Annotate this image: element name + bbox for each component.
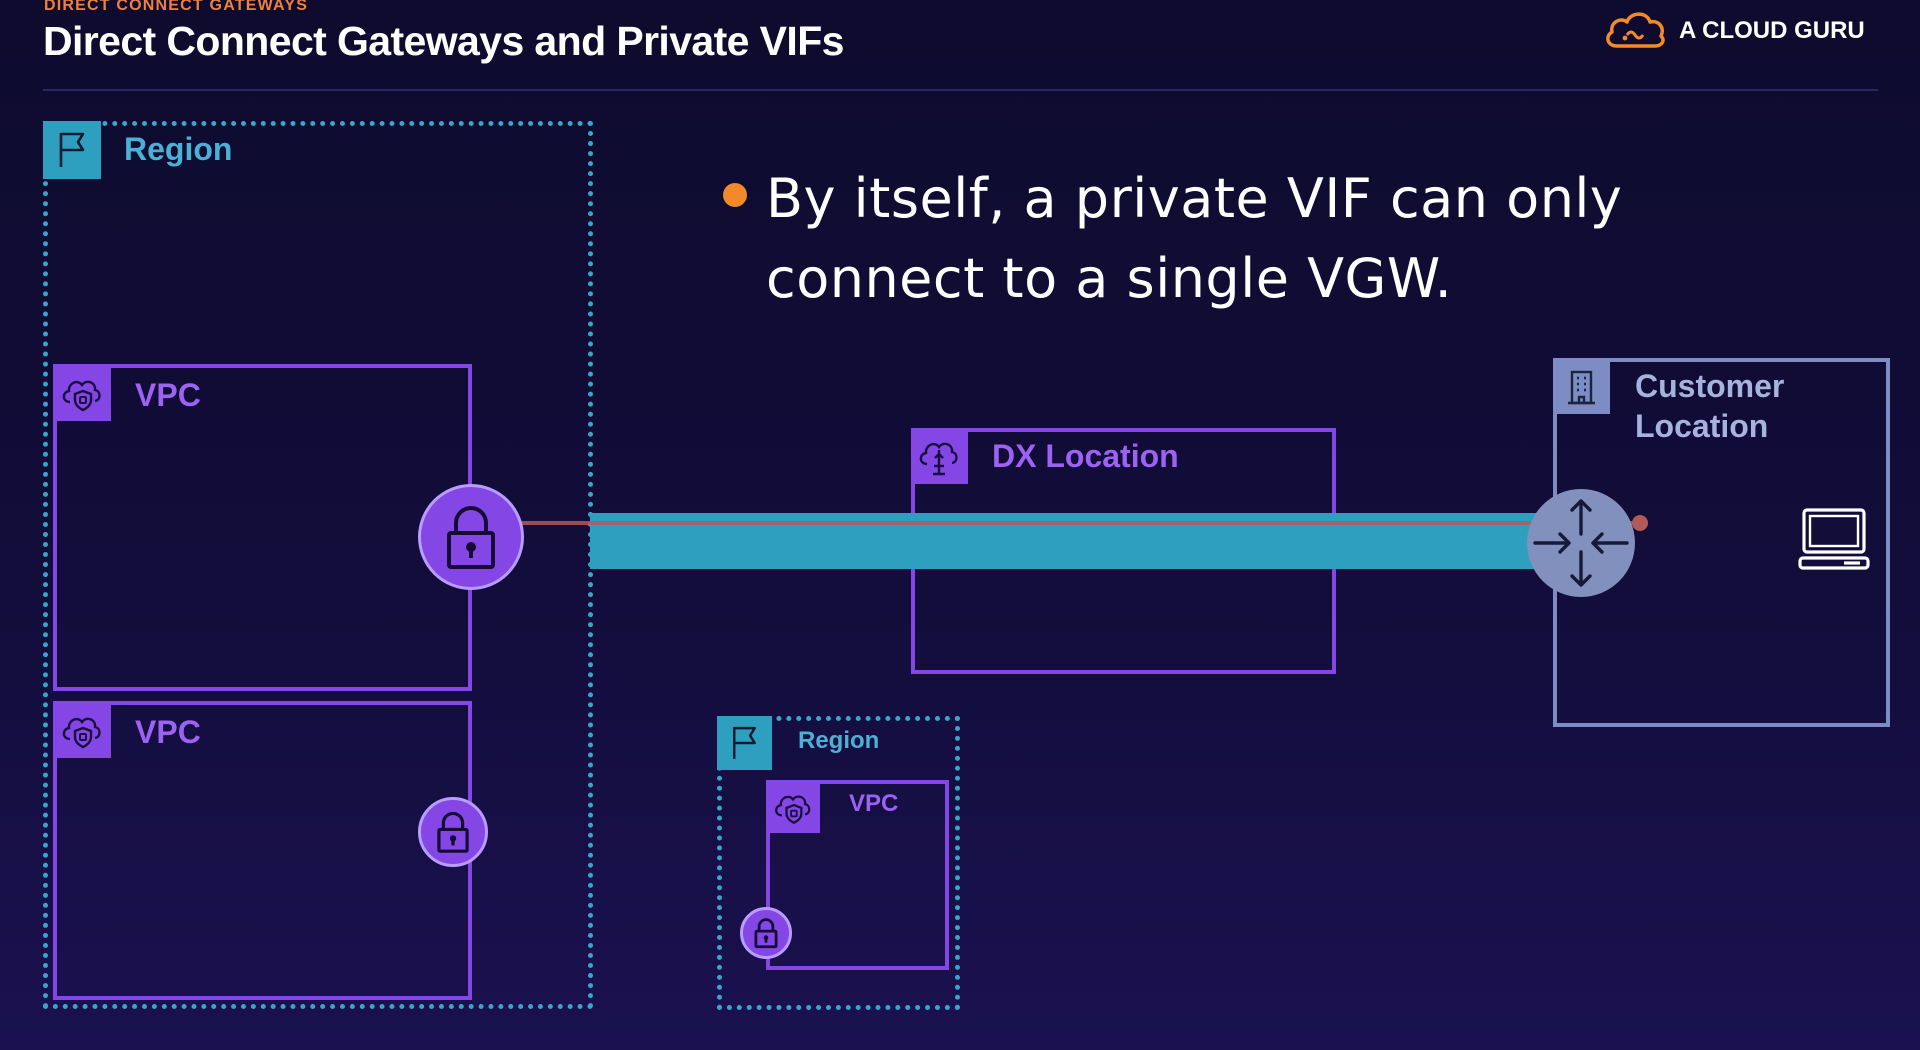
region-flag-icon [59, 132, 85, 167]
dx-location-cloud-icon [919, 442, 958, 476]
section-eyebrow: DIRECT CONNECT GATEWAYS [44, 0, 309, 14]
brand-name: A CLOUD GURU [1679, 17, 1865, 44]
vpc-2-box [53, 701, 472, 1000]
vpc-small-label: VPC [849, 790, 899, 817]
vgw-lock-icon [437, 811, 469, 853]
region-small-badge [717, 716, 772, 770]
router-arrows-icon [1533, 499, 1629, 587]
bullet-text: By itself, a private VIF can only connec… [766, 167, 1623, 310]
bullet-marker [723, 183, 747, 207]
vpc-2-badge [53, 701, 111, 758]
vpc-cloud-shield-icon [62, 717, 101, 749]
region-main-badge [43, 121, 101, 179]
vgw-vpc-1 [418, 484, 524, 590]
customer-router [1527, 489, 1635, 597]
dx-location-badge [911, 428, 968, 484]
vgw-vpc-small [740, 907, 792, 959]
vgw-lock-icon [754, 918, 778, 949]
page-title: Direct Connect Gateways and Private VIFs [43, 18, 844, 64]
vpc-1-box [53, 364, 472, 691]
region-flag-icon [733, 726, 756, 759]
vgw-lock-icon [447, 506, 495, 569]
cloud-guru-logo-icon [1606, 12, 1665, 48]
region-main-label: Region [124, 131, 233, 167]
customer-location-label: Customer Location [1635, 368, 1785, 444]
vpc-1-label: VPC [135, 377, 201, 413]
brand-logo: A CLOUD GURU [1603, 8, 1883, 52]
vpc-cloud-shield-icon [62, 380, 101, 412]
building-icon [1568, 370, 1595, 405]
region-small-label: Region [798, 727, 880, 754]
laptop-icon [1798, 508, 1870, 570]
vpc-small-badge [766, 780, 820, 833]
vgw-vpc-2 [418, 797, 488, 867]
header-divider [43, 89, 1878, 91]
dx-location-label: DX Location [992, 438, 1179, 474]
vpc-cloud-shield-icon [775, 795, 811, 825]
private-vif-line [512, 521, 1640, 525]
vpc-1-badge [53, 364, 111, 421]
vpc-2-label: VPC [135, 714, 201, 750]
customer-location-badge [1553, 358, 1610, 414]
